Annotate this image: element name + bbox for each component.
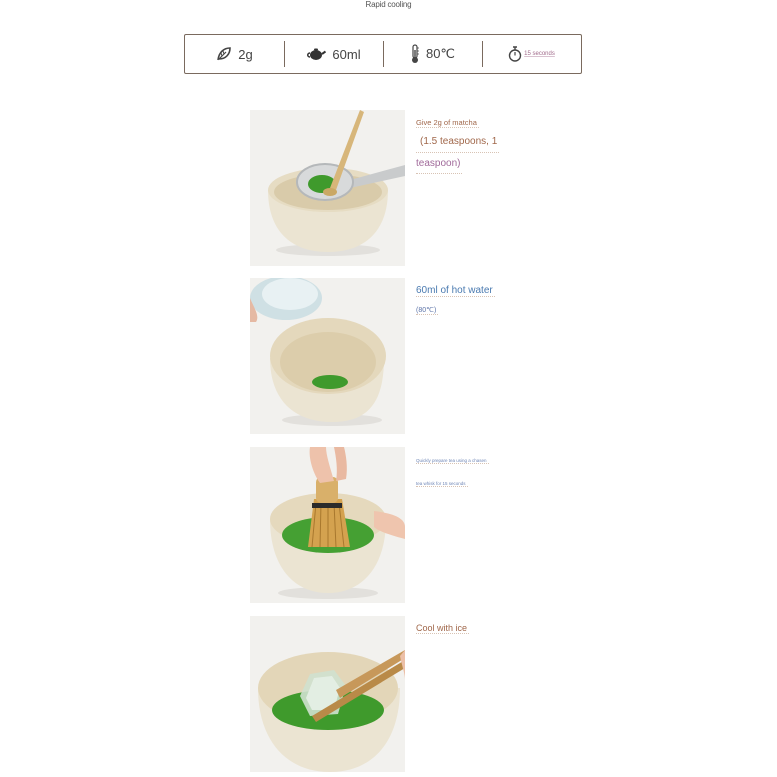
- spec-temperature-label: 80℃: [425, 46, 456, 61]
- spec-water: 60ml: [284, 35, 383, 73]
- step-3: Quickly prepare tea using a chasen tea w…: [250, 447, 550, 603]
- matcha-in-sieve-photo: [250, 110, 405, 266]
- step-1-line-3: teaspoon): [416, 155, 463, 174]
- step-1-caption: Give 2g of matcha (1.5 teaspoons, 1 teas…: [416, 112, 546, 174]
- spec-water-label: 60ml: [332, 46, 361, 62]
- step-4-line-1: Cool with ice: [416, 623, 470, 634]
- step-3-line-2: tea whisk for 15 seconds: [416, 481, 468, 487]
- step-4: Cool with ice: [250, 616, 550, 772]
- timer-icon: [508, 46, 522, 62]
- step-4-caption: Cool with ice: [416, 618, 546, 636]
- step-2-line-2: (80℃): [416, 307, 439, 315]
- brewing-specs-bar: 2g 60ml 80℃ 15 seconds: [184, 34, 582, 74]
- step-2-line-1: 60ml of hot water: [416, 285, 495, 297]
- step-1-line-1: Give 2g of matcha: [416, 118, 479, 128]
- step-3-line-1: Quickly prepare tea using a chasen: [416, 458, 489, 464]
- step-3-caption: Quickly prepare tea using a chasen tea w…: [416, 449, 546, 490]
- spec-temperature: 80℃: [383, 35, 482, 73]
- ice-with-tongs-photo: [250, 616, 405, 772]
- tea-leaf-icon: [217, 47, 232, 61]
- step-2-caption: 60ml of hot water (80℃): [416, 280, 546, 317]
- spec-amount: 2g: [185, 35, 284, 73]
- page-subtitle: Rapid cooling: [365, 0, 412, 9]
- whisk-with-chasen-photo: [250, 447, 405, 603]
- step-1-line-2: (1.5 teaspoons, 1: [416, 132, 500, 153]
- spec-time: 15 seconds: [482, 35, 581, 73]
- spec-time-label: 15 seconds: [524, 51, 555, 57]
- pour-hot-water-photo: [250, 278, 405, 434]
- step-1: Give 2g of matcha (1.5 teaspoons, 1 teas…: [250, 110, 550, 266]
- step-2: 60ml of hot water (80℃): [250, 278, 550, 434]
- thermometer-icon: [411, 44, 419, 63]
- teapot-icon: [307, 48, 327, 60]
- spec-amount-label: 2g: [238, 46, 253, 62]
